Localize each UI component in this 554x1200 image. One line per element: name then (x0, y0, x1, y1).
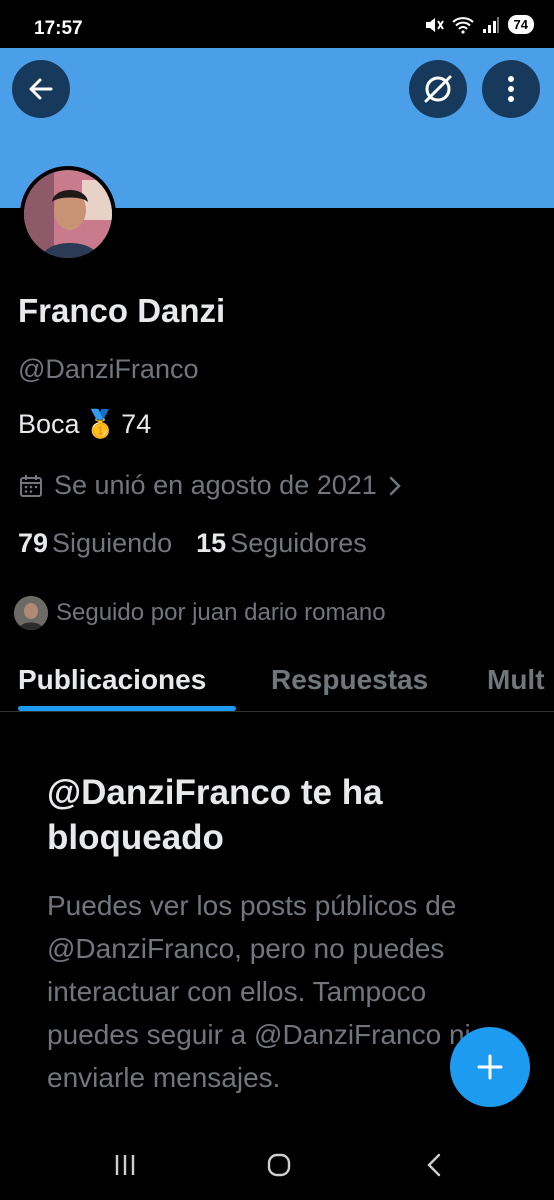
status-time: 17:57 (34, 18, 83, 39)
more-vertical-icon (508, 76, 514, 102)
battery-indicator: 74 (507, 15, 534, 34)
grok-button[interactable] (409, 60, 467, 118)
status-icons: 74 (424, 15, 534, 34)
profile-bio: Boca 🥇 74 (18, 408, 151, 440)
mute-icon (425, 17, 444, 32)
home-icon[interactable] (266, 1152, 292, 1178)
followed-by-row[interactable]: Seguido por juan dario romano (14, 596, 386, 630)
follower-avatar (14, 596, 48, 630)
recent-apps-icon[interactable] (112, 1152, 138, 1178)
tab-respuestas[interactable]: Respuestas (271, 664, 428, 696)
chevron-right-icon (389, 476, 401, 495)
profile-handle: @DanziFranco (18, 354, 199, 384)
more-options-button[interactable] (482, 60, 540, 118)
joined-date-row[interactable]: Se unió en agosto de 2021 (18, 470, 403, 501)
grok-icon (424, 75, 452, 103)
compose-post-button[interactable] (450, 1027, 530, 1107)
profile-avatar[interactable] (20, 166, 116, 262)
back-nav-icon[interactable] (424, 1152, 446, 1178)
tab-multimedia[interactable]: Mult (487, 664, 545, 696)
joined-text: Se unió en agosto de 2021 (54, 470, 377, 500)
plus-icon (477, 1054, 503, 1080)
following-link[interactable]: 79 Siguiendo (18, 528, 172, 559)
bio-text: Boca (18, 408, 80, 439)
following-count: 79 (18, 528, 49, 558)
profile-name: Franco Danzi (18, 292, 226, 329)
following-label: Siguiendo (52, 528, 173, 558)
tab-publicaciones[interactable]: Publicaciones (18, 664, 206, 696)
follow-stats: 79 Siguiendo 15 Seguidores (18, 528, 367, 559)
medal-emoji: 🥇 (83, 409, 118, 439)
calendar-icon (20, 474, 42, 497)
profile-tabs: Publicaciones Respuestas Mult (0, 656, 554, 712)
active-tab-indicator (18, 706, 236, 711)
followers-label: Seguidores (230, 528, 367, 558)
bio-number: 74 (121, 408, 152, 439)
status-bar: 17:57 74 (0, 0, 554, 48)
avatar-image (24, 170, 112, 258)
signal-icon (482, 16, 499, 33)
back-arrow-icon (29, 78, 53, 100)
wifi-icon (451, 16, 474, 34)
followed-by-text: Seguido por juan dario romano (56, 599, 386, 626)
back-button[interactable] (12, 60, 70, 118)
followers-link[interactable]: 15 Seguidores (196, 528, 367, 559)
blocked-body: Puedes ver los posts públicos de @DanziF… (47, 890, 471, 1093)
system-nav-bar (0, 1130, 554, 1200)
blocked-title: @DanziFranco te ha bloqueado (47, 773, 383, 857)
followers-count: 15 (196, 528, 227, 558)
